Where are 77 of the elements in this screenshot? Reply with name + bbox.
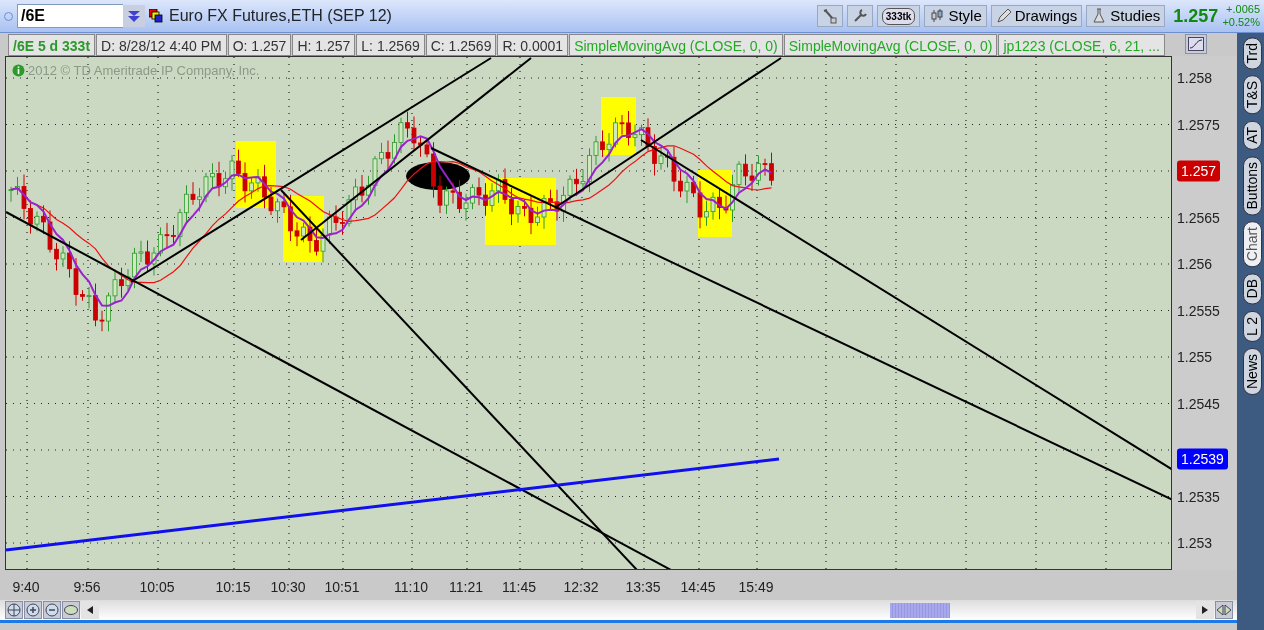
data-field: H: 1.257	[292, 34, 356, 56]
aggregation-button[interactable]: 333tk	[876, 5, 921, 27]
candlestick-icon	[929, 8, 946, 24]
left-arrow-icon	[87, 606, 93, 614]
axis-label: 1.253	[1177, 533, 1213, 553]
drawings-button[interactable]: Drawings	[990, 5, 1083, 27]
scrollbar-thumb[interactable]	[890, 603, 950, 618]
side-tab[interactable]: DB	[1242, 273, 1262, 305]
expand-button[interactable]	[1215, 601, 1233, 619]
right-arrow-icon	[1202, 606, 1208, 614]
axis-label: 14:45	[680, 578, 716, 597]
side-tab[interactable]: L 2	[1242, 310, 1262, 342]
price-tag: 1.257	[1177, 160, 1221, 182]
chart-settings-button[interactable]	[1185, 34, 1207, 54]
axis-label: 13:35	[625, 578, 661, 597]
settings-button[interactable]	[846, 5, 873, 27]
side-tab[interactable]: Chart	[1242, 221, 1262, 268]
data-field: D: 8/28/12 4:40 PM	[96, 34, 227, 56]
side-tab[interactable]: News	[1242, 347, 1262, 395]
fit-button[interactable]	[62, 601, 80, 619]
axis-label: 11:10	[394, 578, 428, 597]
tools-button[interactable]	[816, 5, 843, 27]
zoom-out-button[interactable]	[43, 601, 61, 619]
axis-label: 10:15	[215, 578, 251, 597]
zoom-in-button[interactable]	[24, 601, 42, 619]
copyright-text: 2012 © TD Ameritrade IP Company, Inc.	[28, 62, 260, 80]
data-field: O: 1.257	[227, 34, 292, 56]
pan-button[interactable]	[5, 601, 23, 619]
axis-label: 10:51	[324, 578, 360, 597]
pencil-icon	[995, 8, 1012, 24]
crosshair-icon	[7, 603, 21, 617]
data-field: C: 1.2569	[425, 34, 497, 56]
percent-change: +0.52%	[1222, 16, 1260, 29]
axis-label: 15:49	[738, 578, 774, 597]
brush-icon	[821, 8, 838, 24]
price-tag: 1.2539	[1177, 448, 1228, 470]
axis-label: 9:56	[73, 578, 101, 597]
axis-label: 11:21	[449, 578, 483, 597]
side-tab[interactable]: Trd	[1242, 37, 1262, 70]
instrument-title: Euro FX Futures,ETH (SEP 12)	[169, 6, 392, 26]
axis-label: 1.2545	[1177, 394, 1220, 413]
side-tab[interactable]: AT	[1242, 120, 1262, 150]
dropdown-button[interactable]	[123, 5, 145, 27]
scroll-left-button[interactable]	[81, 601, 99, 619]
axis-label: 1.2575	[1177, 115, 1220, 134]
axis-label: 1.2555	[1177, 301, 1220, 320]
aggregation-label: 333tk	[881, 7, 916, 25]
side-tab[interactable]: Buttons	[1242, 155, 1262, 216]
axis-label: 10:05	[139, 578, 175, 597]
symbol-label: /6E 5 d 333t	[8, 34, 96, 56]
zoom-in-icon	[26, 603, 40, 617]
axis-label: 1.255	[1177, 347, 1213, 367]
flask-icon	[1091, 8, 1108, 24]
side-tab[interactable]: T&S	[1242, 75, 1262, 115]
instrument-icon	[149, 9, 163, 23]
symbol-field[interactable]: /6E	[17, 4, 123, 28]
price-change: +.0065	[1225, 3, 1260, 16]
zoom-out-icon	[45, 603, 59, 617]
axis-label: 11:45	[502, 578, 536, 597]
oval-icon	[64, 603, 78, 617]
axis-label: 1.258	[1177, 68, 1213, 88]
expand-arrows-icon	[1216, 604, 1232, 616]
data-field: L: 1.2569	[356, 34, 425, 56]
last-price: 1.257	[1173, 4, 1219, 28]
axis-label: 12:32	[563, 578, 599, 597]
info-icon	[12, 64, 25, 78]
axis-label: 1.256	[1177, 254, 1213, 274]
curve-icon	[1188, 37, 1204, 51]
scroll-right-button[interactable]	[1196, 601, 1214, 619]
data-field: R: 0.0001	[497, 34, 569, 56]
studies-button[interactable]: Studies	[1086, 5, 1166, 27]
style-button[interactable]: Style	[924, 5, 987, 27]
dropdown-arrow-icon	[127, 9, 141, 23]
axis-label: 9:40	[12, 578, 40, 597]
axis-label: 1.2565	[1177, 208, 1220, 227]
axis-label: 1.2535	[1177, 487, 1220, 506]
axis-label: 10:30	[270, 578, 306, 597]
